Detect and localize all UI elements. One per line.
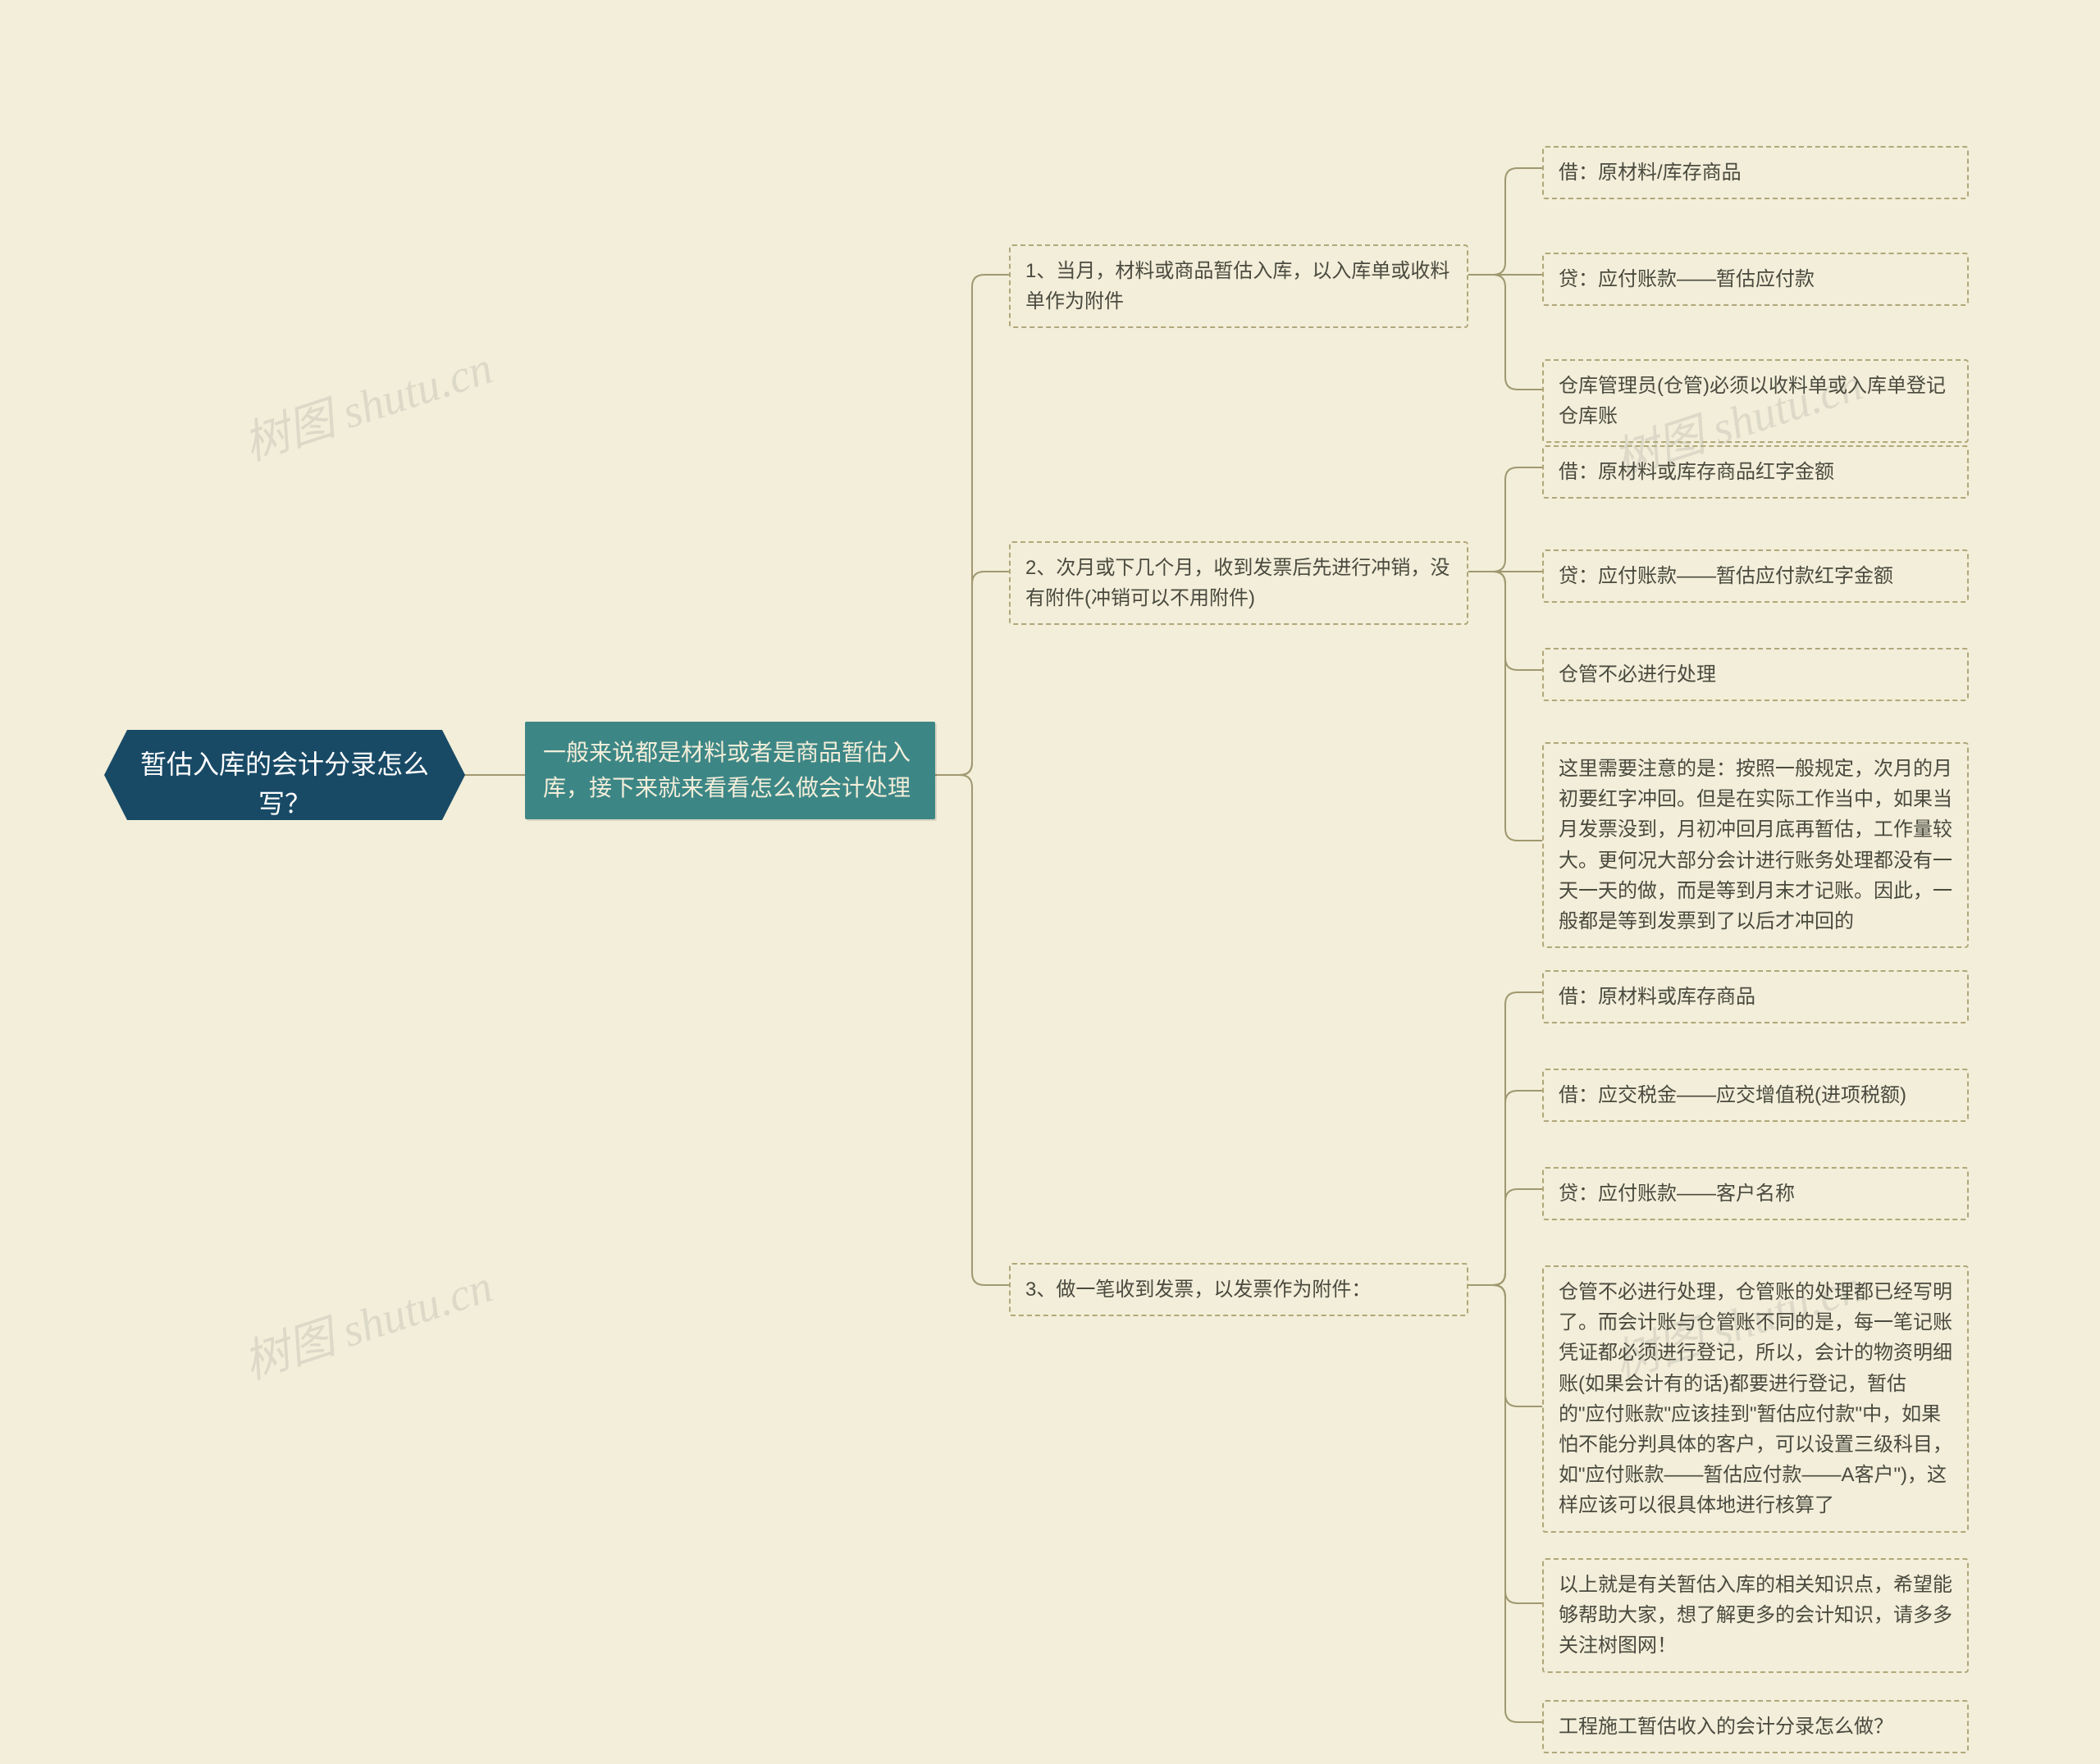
branch3-title: 3、做一笔收到发票，以发票作为附件： [1009,1263,1468,1316]
branch1-leaf-c: 仓库管理员(仓管)必须以收料单或入库单登记仓库账 [1542,359,1969,443]
mindmap-canvas: { "watermark_text": "树图 shutu.cn", "root… [0,0,2100,1764]
leaf-text: 以上就是有关暂估入库的相关知识点，希望能够帮助大家，想了解更多的会计知识，请多多… [1559,1574,1952,1657]
branch3-title-text: 3、做一笔收到发票，以发票作为附件： [1025,1279,1371,1301]
sub-text: 一般来说都是材料或者是商品暂估入库，接下来就来看看怎么做会计处理 [543,740,911,800]
root-node-wrap: 暂估入库的会计分录怎么写？ [107,732,463,836]
branch2-leaf-d: 这里需要注意的是：按照一般规定，次月的月初要红字冲回。但是在实际工作当中，如果当… [1542,742,1969,948]
branch3-leaf-e: 以上就是有关暂估入库的相关知识点，希望能够帮助大家，想了解更多的会计知识，请多多… [1542,1558,1969,1673]
leaf-text: 工程施工暂估收入的会计分录怎么做？ [1559,1716,1893,1738]
leaf-text: 借：原材料或库存商品红字金额 [1559,461,1834,483]
branch3-leaf-f: 工程施工暂估收入的会计分录怎么做？ [1542,1700,1969,1753]
branch1-title-text: 1、当月，材料或商品暂估入库，以入库单或收料单作为附件 [1025,260,1449,312]
branch3-leaf-a: 借：原材料或库存商品 [1542,970,1969,1023]
leaf-text: 这里需要注意的是：按照一般规定，次月的月初要红字冲回。但是在实际工作当中，如果当… [1559,758,1952,932]
branch1-title: 1、当月，材料或商品暂估入库，以入库单或收料单作为附件 [1009,244,1468,328]
watermark: 树图 shutu.cn [234,330,500,473]
branch2-leaf-c: 仓管不必进行处理 [1542,648,1969,701]
branch2-leaf-a: 借：原材料或库存商品红字金额 [1542,445,1969,499]
branch3-leaf-b: 借：应交税金——应交增值税(进项税额) [1542,1069,1969,1122]
leaf-text: 贷：应付账款——暂估应付款红字金额 [1559,565,1893,587]
leaf-text: 仓库管理员(仓管)必须以收料单或入库单登记仓库账 [1559,375,1946,427]
watermark: 树图 shutu.cn [234,1249,500,1392]
leaf-text: 借：原材料或库存商品 [1559,986,1755,1008]
leaf-text: 借：应交税金——应交增值税(进项税额) [1559,1084,1906,1106]
branch2-title: 2、次月或下几个月，收到发票后先进行冲销，没有附件(冲销可以不用附件) [1009,541,1468,625]
branch3-leaf-c: 贷：应付账款——客户名称 [1542,1167,1969,1220]
sub-node: 一般来说都是材料或者是商品暂估入库，接下来就来看看怎么做会计处理 [525,722,935,819]
leaf-text: 仓管不必进行处理 [1559,663,1716,686]
branch1-leaf-a: 借：原材料/库存商品 [1542,146,1969,199]
branch3-leaf-d: 仓管不必进行处理，仓管账的处理都已经写明了。而会计账与仓管账不同的是，每一笔记账… [1542,1265,1969,1533]
root-title: 暂估入库的会计分录怎么写？ [140,750,429,818]
branch1-leaf-b: 贷：应付账款——暂估应付款 [1542,253,1969,306]
branch2-leaf-b: 贷：应付账款——暂估应付款红字金额 [1542,549,1969,603]
leaf-text: 贷：应付账款——客户名称 [1559,1183,1795,1205]
leaf-text: 借：原材料/库存商品 [1559,162,1742,184]
leaf-text: 贷：应付账款——暂估应付款 [1559,268,1815,290]
branch2-title-text: 2、次月或下几个月，收到发票后先进行冲销，没有附件(冲销可以不用附件) [1025,557,1449,609]
leaf-text: 仓管不必进行处理，仓管账的处理都已经写明了。而会计账与仓管账不同的是，每一笔记账… [1559,1281,1952,1516]
